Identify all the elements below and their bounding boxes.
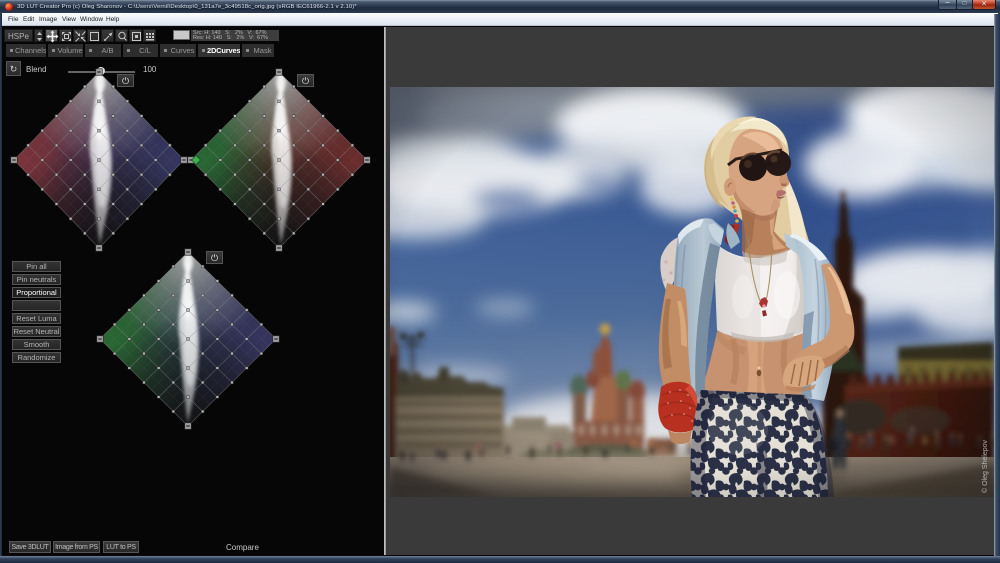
svg-text:© Oleg Shelepov: © Oleg Shelepov bbox=[981, 439, 989, 493]
